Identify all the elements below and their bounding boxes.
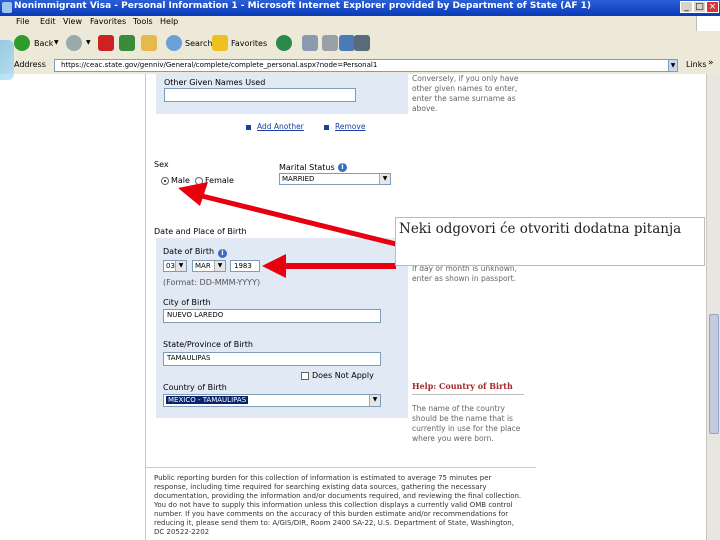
callout-box: Neki odgovori će otvoriti dodatna pitanj… (395, 217, 705, 266)
arrow-to-dob (262, 254, 396, 278)
annotation-arrows (178, 182, 397, 278)
arrow-to-sex (178, 182, 397, 247)
